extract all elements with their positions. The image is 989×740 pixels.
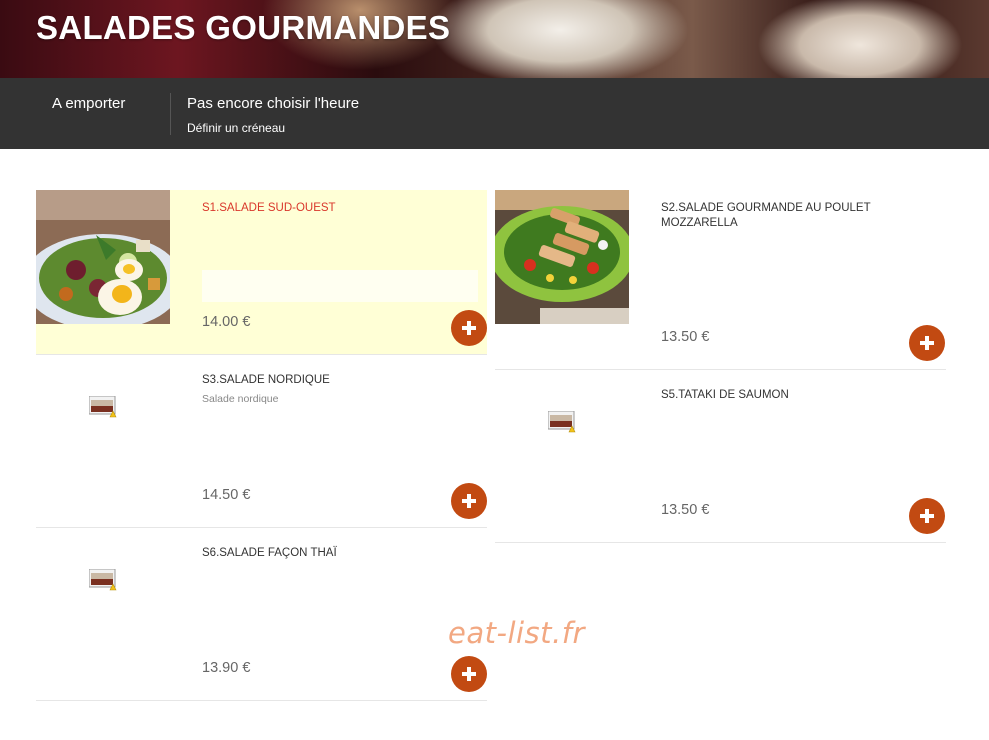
product-name[interactable]: S5.TATAKI DE SAUMON — [661, 388, 931, 403]
hero-banner: SALADES GOURMANDES — [0, 0, 989, 78]
order-bar: A emporter Pas encore choisir l'heure Dé… — [0, 78, 989, 149]
product-name[interactable]: S2.SALADE GOURMANDE AU POULET MOZZARELLA — [661, 201, 931, 231]
add-to-cart-button[interactable] — [451, 656, 487, 692]
product-card[interactable]: S1.SALADE SUD-OUEST 14.00 € — [36, 190, 487, 355]
product-price: 13.50 € — [661, 502, 710, 518]
broken-image-icon — [548, 411, 576, 433]
product-card[interactable]: S3.SALADE NORDIQUE Salade nordique 14.50… — [36, 363, 487, 528]
product-price: 13.50 € — [661, 329, 710, 345]
bar-divider — [170, 93, 171, 135]
product-name[interactable]: S3.SALADE NORDIQUE — [202, 373, 472, 388]
broken-image-icon — [89, 569, 117, 591]
watermark: eat-list.fr — [448, 616, 585, 650]
product-card[interactable]: S5.TATAKI DE SAUMON 13.50 € — [495, 378, 946, 543]
product-description: Salade nordique — [202, 393, 279, 405]
add-to-cart-button[interactable] — [909, 498, 945, 534]
product-card[interactable]: S2.SALADE GOURMANDE AU POULET MOZZARELLA… — [495, 190, 946, 370]
product-price: 14.00 € — [202, 314, 251, 330]
category-title: SALADES GOURMANDES — [36, 9, 451, 46]
product-card[interactable]: S6.SALADE FAÇON THAÏ 13.90 € — [36, 536, 487, 701]
order-mode[interactable]: A emporter — [52, 95, 125, 112]
product-description-area — [202, 270, 478, 302]
product-name[interactable]: S1.SALADE SUD-OUEST — [202, 201, 472, 216]
add-to-cart-button[interactable] — [451, 310, 487, 346]
pickup-time-status[interactable]: Pas encore choisir l'heure — [187, 95, 359, 112]
product-image-salade-sud-ouest[interactable] — [36, 190, 170, 324]
product-image-salade-gourmande-poulet[interactable] — [495, 190, 629, 324]
add-to-cart-button[interactable] — [909, 325, 945, 361]
broken-image-icon — [89, 396, 117, 418]
product-price: 14.50 € — [202, 487, 251, 503]
product-price: 13.90 € — [202, 660, 251, 676]
add-to-cart-button[interactable] — [451, 483, 487, 519]
product-name[interactable]: S6.SALADE FAÇON THAÏ — [202, 546, 472, 561]
set-slot-link[interactable]: Définir un créneau — [187, 121, 285, 135]
